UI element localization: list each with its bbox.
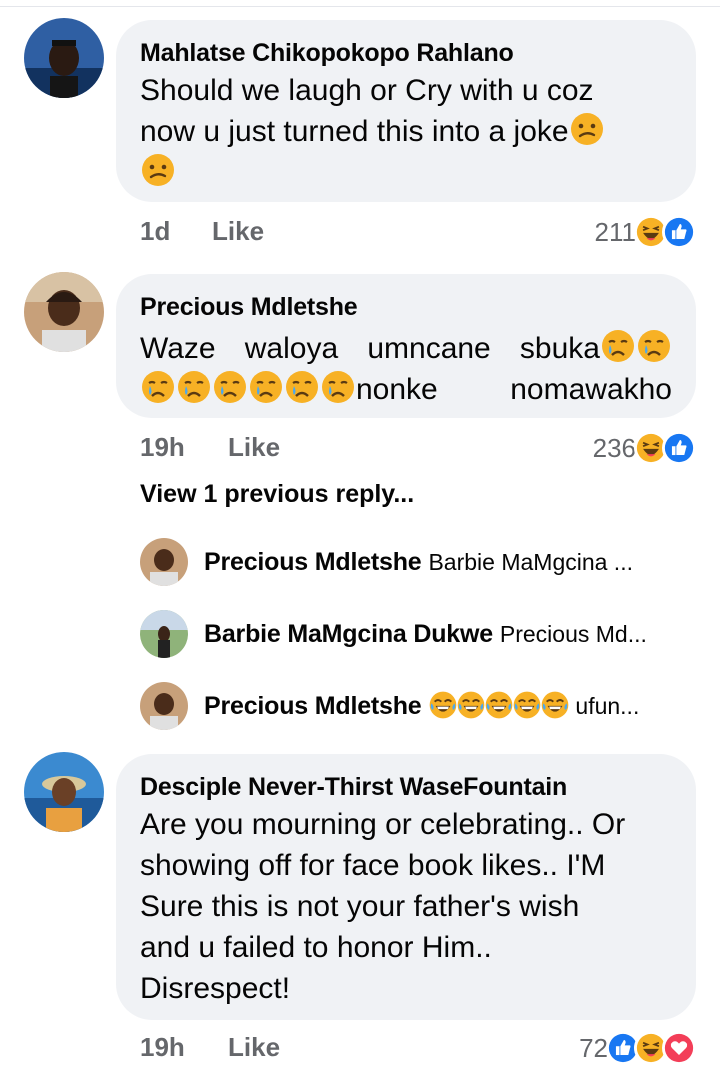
comment-author[interactable]: Desciple Never-Thirst WaseFountain — [140, 772, 672, 802]
crying-face-icon — [176, 369, 212, 405]
like-icon — [662, 215, 696, 249]
avatar[interactable] — [24, 18, 104, 98]
reply-text: Barbie MaMgcina ... — [428, 549, 633, 575]
reaction-summary[interactable]: 211 — [595, 212, 696, 252]
avatar[interactable] — [140, 538, 188, 586]
reply-author[interactable]: Precious Mdletshe — [204, 548, 422, 576]
reply-text: ufun... — [575, 693, 640, 719]
reply-preview: Precious Mdletshe Barbie MaMgcina ... — [204, 546, 633, 578]
avatar[interactable] — [140, 682, 188, 730]
like-button[interactable]: Like — [212, 216, 264, 247]
crying-face-icon — [636, 328, 672, 364]
top-divider — [0, 6, 720, 7]
crying-face-icon — [320, 369, 356, 405]
tears-of-joy-icon — [456, 690, 486, 720]
comment-meta: 19h Like 236 — [140, 428, 696, 468]
tears-of-joy-icon — [484, 690, 514, 720]
confused-face-icon — [569, 111, 605, 147]
avatar[interactable] — [140, 610, 188, 658]
reply-preview: Barbie MaMgcina Dukwe Precious Md... — [204, 618, 647, 650]
reaction-summary[interactable]: 236 — [593, 428, 696, 468]
crying-face-icon — [212, 369, 248, 405]
reaction-count: 211 — [594, 216, 636, 247]
like-icon — [662, 431, 696, 465]
reaction-count: 236 — [592, 432, 636, 463]
crying-face-icon — [248, 369, 284, 405]
confused-face-icon — [140, 152, 176, 188]
comment-time[interactable]: 19h — [140, 1032, 185, 1063]
comment-author[interactable]: Mahlatse Chikopokopo Rahlano — [140, 38, 672, 68]
reply-item[interactable]: Precious Mdletshe Barbie MaMgcina ... — [140, 538, 700, 588]
tears-of-joy-icon — [512, 690, 542, 720]
reply-text: Precious Md... — [499, 621, 647, 647]
love-icon — [662, 1031, 696, 1065]
reply-preview: Precious Mdletshe ufun... — [204, 690, 639, 722]
comment-text: Waze waloya umncane sbuka nonke nomawakh… — [140, 328, 672, 410]
comment-bubble: Precious Mdletshe Waze waloya umncane sb… — [116, 274, 696, 418]
comment-bubble: Mahlatse Chikopokopo Rahlano Should we l… — [116, 20, 696, 202]
avatar[interactable] — [24, 272, 104, 352]
reaction-count: 72 — [579, 1032, 608, 1063]
comment-bubble: Desciple Never-Thirst WaseFountain Are y… — [116, 754, 696, 1020]
crying-face-icon — [140, 369, 176, 405]
reply-author[interactable]: Precious Mdletshe — [204, 692, 422, 720]
reaction-summary[interactable]: 72 — [579, 1028, 696, 1068]
crying-face-icon — [284, 369, 320, 405]
view-previous-replies-link[interactable]: View 1 previous reply... — [140, 480, 414, 509]
comment-meta: 1d Like 211 — [140, 212, 696, 252]
crying-face-icon — [600, 328, 636, 364]
like-button[interactable]: Like — [228, 1032, 280, 1063]
avatar[interactable] — [24, 752, 104, 832]
tears-of-joy-icon — [540, 690, 570, 720]
comment-meta: 19h Like 72 — [140, 1028, 696, 1068]
reply-author[interactable]: Barbie MaMgcina Dukwe — [204, 620, 493, 648]
comment-text: Should we laugh or Cry with u coz now u … — [140, 70, 672, 193]
comment-author[interactable]: Precious Mdletshe — [140, 292, 672, 322]
comment-time[interactable]: 19h — [140, 432, 185, 463]
tears-of-joy-icon — [428, 690, 458, 720]
like-button[interactable]: Like — [228, 432, 280, 463]
comment-text: Are you mourning or celebrating.. Or sho… — [140, 808, 626, 1005]
reply-item[interactable]: Precious Mdletshe ufun... — [140, 682, 700, 732]
reply-item[interactable]: Barbie MaMgcina Dukwe Precious Md... — [140, 610, 700, 660]
comment-time[interactable]: 1d — [140, 216, 170, 247]
